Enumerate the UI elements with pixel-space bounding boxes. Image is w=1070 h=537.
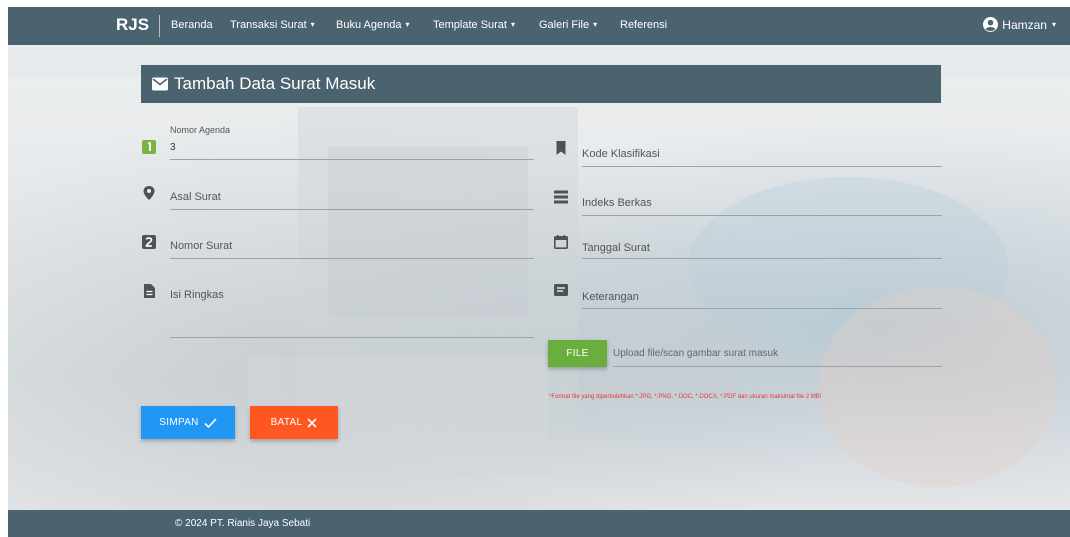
nav-beranda[interactable]: Beranda xyxy=(171,19,213,31)
kode-klasifikasi-field[interactable]: Kode Klasifikasi xyxy=(554,141,942,171)
asal-surat-field[interactable]: Asal Surat xyxy=(142,186,534,216)
nav-galeri-file[interactable]: Galeri File ▾ xyxy=(539,19,597,31)
kode-klasifikasi-underline xyxy=(582,166,942,167)
nav-buku-agenda[interactable]: Buku Agenda ▾ xyxy=(336,19,409,31)
save-button[interactable]: SIMPAN xyxy=(141,406,235,439)
footer: © 2024 PT. Rianis Jaya Sebati xyxy=(8,510,1070,537)
calendar-icon xyxy=(554,235,568,249)
save-button-label: SIMPAN xyxy=(159,417,199,428)
indeks-berkas-underline xyxy=(582,215,942,216)
nomor-agenda-label: Nomor Agenda xyxy=(170,125,231,135)
nomor-agenda-value: 3 xyxy=(170,142,176,153)
check-icon xyxy=(204,417,217,428)
chevron-down-icon: ▾ xyxy=(593,20,598,29)
form-header: Tambah Data Surat Masuk xyxy=(141,65,941,103)
nav-buku-agenda-label: Buku Agenda xyxy=(336,19,402,31)
indeks-berkas-label: Indeks Berkas xyxy=(582,197,652,209)
file-path-field[interactable]: Upload file/scan gambar surat masuk xyxy=(585,340,942,370)
message-text-icon xyxy=(554,284,568,296)
asal-surat-underline xyxy=(170,209,534,210)
nomor-agenda-field[interactable]: Nomor Agenda 3 xyxy=(142,125,534,170)
footer-copyright: © 2024 PT. Rianis Jaya Sebati xyxy=(175,518,311,529)
file-path-placeholder: Upload file/scan gambar surat masuk xyxy=(613,348,779,359)
cancel-button[interactable]: BATAL xyxy=(250,406,338,439)
file-document-icon xyxy=(144,284,155,298)
envelope-icon xyxy=(152,77,168,91)
nav-beranda-label: Beranda xyxy=(171,19,213,31)
form-title: Tambah Data Surat Masuk xyxy=(174,74,376,93)
nomor-surat-underline xyxy=(170,258,534,259)
nav-galeri-file-label: Galeri File xyxy=(539,19,590,31)
top-navbar: RJS Beranda Transaksi Surat ▾ Buku Agenda… xyxy=(8,7,1070,45)
view-list-icon xyxy=(554,190,568,204)
nomor-surat-label: Nomor Surat xyxy=(170,240,233,252)
tanggal-surat-underline xyxy=(582,258,942,259)
nav-transaksi-surat[interactable]: Transaksi Surat ▾ xyxy=(230,19,315,31)
nav-transaksi-surat-label: Transaksi Surat xyxy=(230,19,307,31)
app-frame: RJS Beranda Transaksi Surat ▾ Buku Agenda… xyxy=(8,7,1070,537)
bookmark-icon xyxy=(556,141,566,155)
nomor-surat-field[interactable]: Nomor Surat xyxy=(142,235,534,265)
chevron-down-icon: ▾ xyxy=(310,20,315,29)
numeric-2-box-icon xyxy=(142,235,156,249)
nav-referensi-label: Referensi xyxy=(620,19,668,31)
numeric-1-box-icon xyxy=(142,140,156,154)
keterangan-label: Keterangan xyxy=(582,291,639,303)
nav-template-surat-label: Template Surat xyxy=(433,19,507,31)
chevron-down-icon: ▾ xyxy=(1051,20,1056,29)
nomor-agenda-underline xyxy=(170,159,534,160)
user-name: Hamzan xyxy=(1002,17,1047,32)
file-path-underline xyxy=(613,366,942,367)
tanggal-surat-field[interactable]: Tanggal Surat xyxy=(554,235,942,265)
keterangan-underline xyxy=(582,308,942,309)
asal-surat-label: Asal Surat xyxy=(170,191,221,203)
close-icon xyxy=(307,417,317,428)
map-marker-icon xyxy=(143,186,155,200)
isi-ringkas-underline xyxy=(170,337,534,338)
nav-template-surat[interactable]: Template Surat ▾ xyxy=(433,19,515,31)
nav-referensi[interactable]: Referensi xyxy=(620,19,667,31)
cancel-button-label: BATAL xyxy=(270,417,303,428)
file-format-note: *Format file yang diperbolehkan *.JPG, *… xyxy=(549,394,822,400)
chevron-down-icon: ▾ xyxy=(405,20,410,29)
user-menu[interactable]: Hamzan ▾ xyxy=(983,17,1056,32)
indeks-berkas-field[interactable]: Indeks Berkas xyxy=(554,190,942,220)
chevron-down-icon: ▾ xyxy=(510,20,515,29)
brand-logo[interactable]: RJS xyxy=(116,15,161,37)
tanggal-surat-label: Tanggal Surat xyxy=(582,242,650,254)
kode-klasifikasi-label: Kode Klasifikasi xyxy=(582,148,660,160)
user-circle-icon xyxy=(983,17,999,32)
keterangan-field[interactable]: Keterangan xyxy=(554,283,942,313)
isi-ringkas-field[interactable]: Isi Ringkas xyxy=(142,284,534,344)
isi-ringkas-label: Isi Ringkas xyxy=(170,289,224,301)
